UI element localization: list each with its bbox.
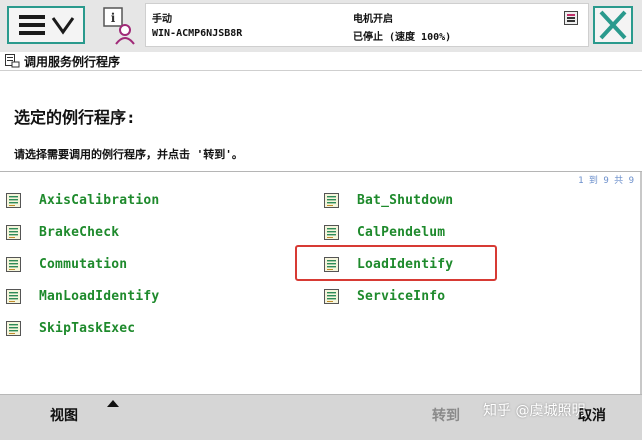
controller-name: WIN-ACMP6NJSB8R [152,28,243,39]
window-title-bar: 调用服务例行程序 [0,52,642,71]
routine-item-calpendelum[interactable]: CalPendelum [324,221,445,243]
status-indicator-icon [564,11,578,25]
routine-item-skiptaskexec[interactable]: SkipTaskExec [6,317,135,339]
user-info-icon[interactable]: i [98,6,138,46]
divider [0,171,642,172]
routine-icon [6,192,21,208]
routine-item-axiscalibration[interactable]: AxisCalibration [6,189,159,211]
routine-icon [324,192,339,208]
top-bar: i 手动 WIN-ACMP6NJSB8R 电机开启 已停止 (速度 100%) [0,0,642,53]
hamburger-menu-icon [19,15,75,35]
routine-icon [6,256,21,272]
watermark-text: 知乎 @虞城照明 [483,403,586,419]
routine-label: Commutation [39,256,128,272]
instruction-text: 请选择需要调用的例行程序，并点击 '转到'。 [14,148,243,161]
routine-icon [324,256,339,272]
window-title: 调用服务例行程序 [24,55,121,69]
close-icon [599,10,627,40]
mode-text: 手动 [152,14,172,25]
pagination-text: 1 到 9 共 9 [578,176,634,186]
routine-item-bat-shutdown[interactable]: Bat_Shutdown [324,189,453,211]
routine-icon [6,288,21,304]
program-window-icon [5,54,20,68]
routine-label: LoadIdentify [357,256,454,272]
page-heading: 选定的例行程序: [14,108,136,127]
routine-icon [6,320,21,336]
routine-icon [6,224,21,240]
routine-icon [324,288,339,304]
close-button[interactable] [593,6,633,44]
routine-label: BrakeCheck [39,224,120,240]
status-panel[interactable]: 手动 WIN-ACMP6NJSB8R 电机开启 已停止 (速度 100%) [145,3,589,47]
routine-item-serviceinfo[interactable]: ServiceInfo [324,285,445,307]
routine-label: ManLoadIdentify [39,288,160,304]
main-menu-button[interactable] [7,6,85,44]
routine-label: AxisCalibration [39,192,160,208]
routine-item-loadidentify[interactable]: LoadIdentify [324,253,453,275]
routine-item-manloadidentify[interactable]: ManLoadIdentify [6,285,159,307]
svg-text:i: i [111,11,116,25]
routine-item-brakecheck[interactable]: BrakeCheck [6,221,119,243]
routine-label: Bat_Shutdown [357,192,454,208]
routine-label: SkipTaskExec [39,320,136,336]
run-state: 已停止 (速度 100%) [353,32,452,43]
routine-label: CalPendelum [357,224,446,240]
routine-icon [324,224,339,240]
routine-item-commutation[interactable]: Commutation [6,253,127,275]
routine-label: ServiceInfo [357,288,446,304]
view-button[interactable]: 视图 [50,405,78,425]
caret-up-icon [107,400,119,407]
motor-state: 电机开启 [353,14,393,25]
goto-button[interactable]: 转到 [432,405,460,425]
